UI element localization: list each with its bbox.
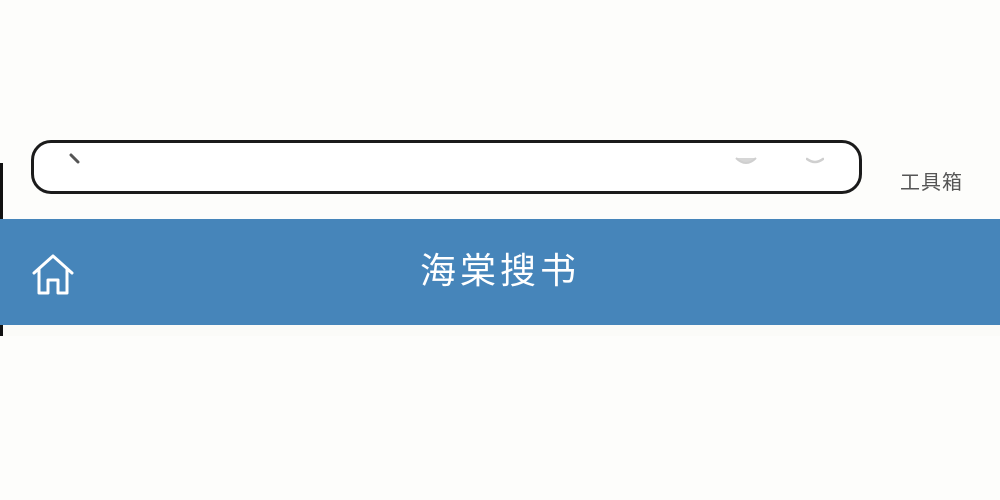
clear-icon[interactable] xyxy=(735,154,757,166)
toolbox-button[interactable]: 工具箱 xyxy=(900,168,980,196)
search-input[interactable] xyxy=(31,140,862,194)
page-title: 海棠搜书 xyxy=(419,251,580,292)
search-icon[interactable] xyxy=(64,150,80,166)
voice-icon[interactable] xyxy=(806,157,824,165)
home-icon[interactable] xyxy=(29,252,77,296)
content-area-strip xyxy=(0,325,1000,336)
